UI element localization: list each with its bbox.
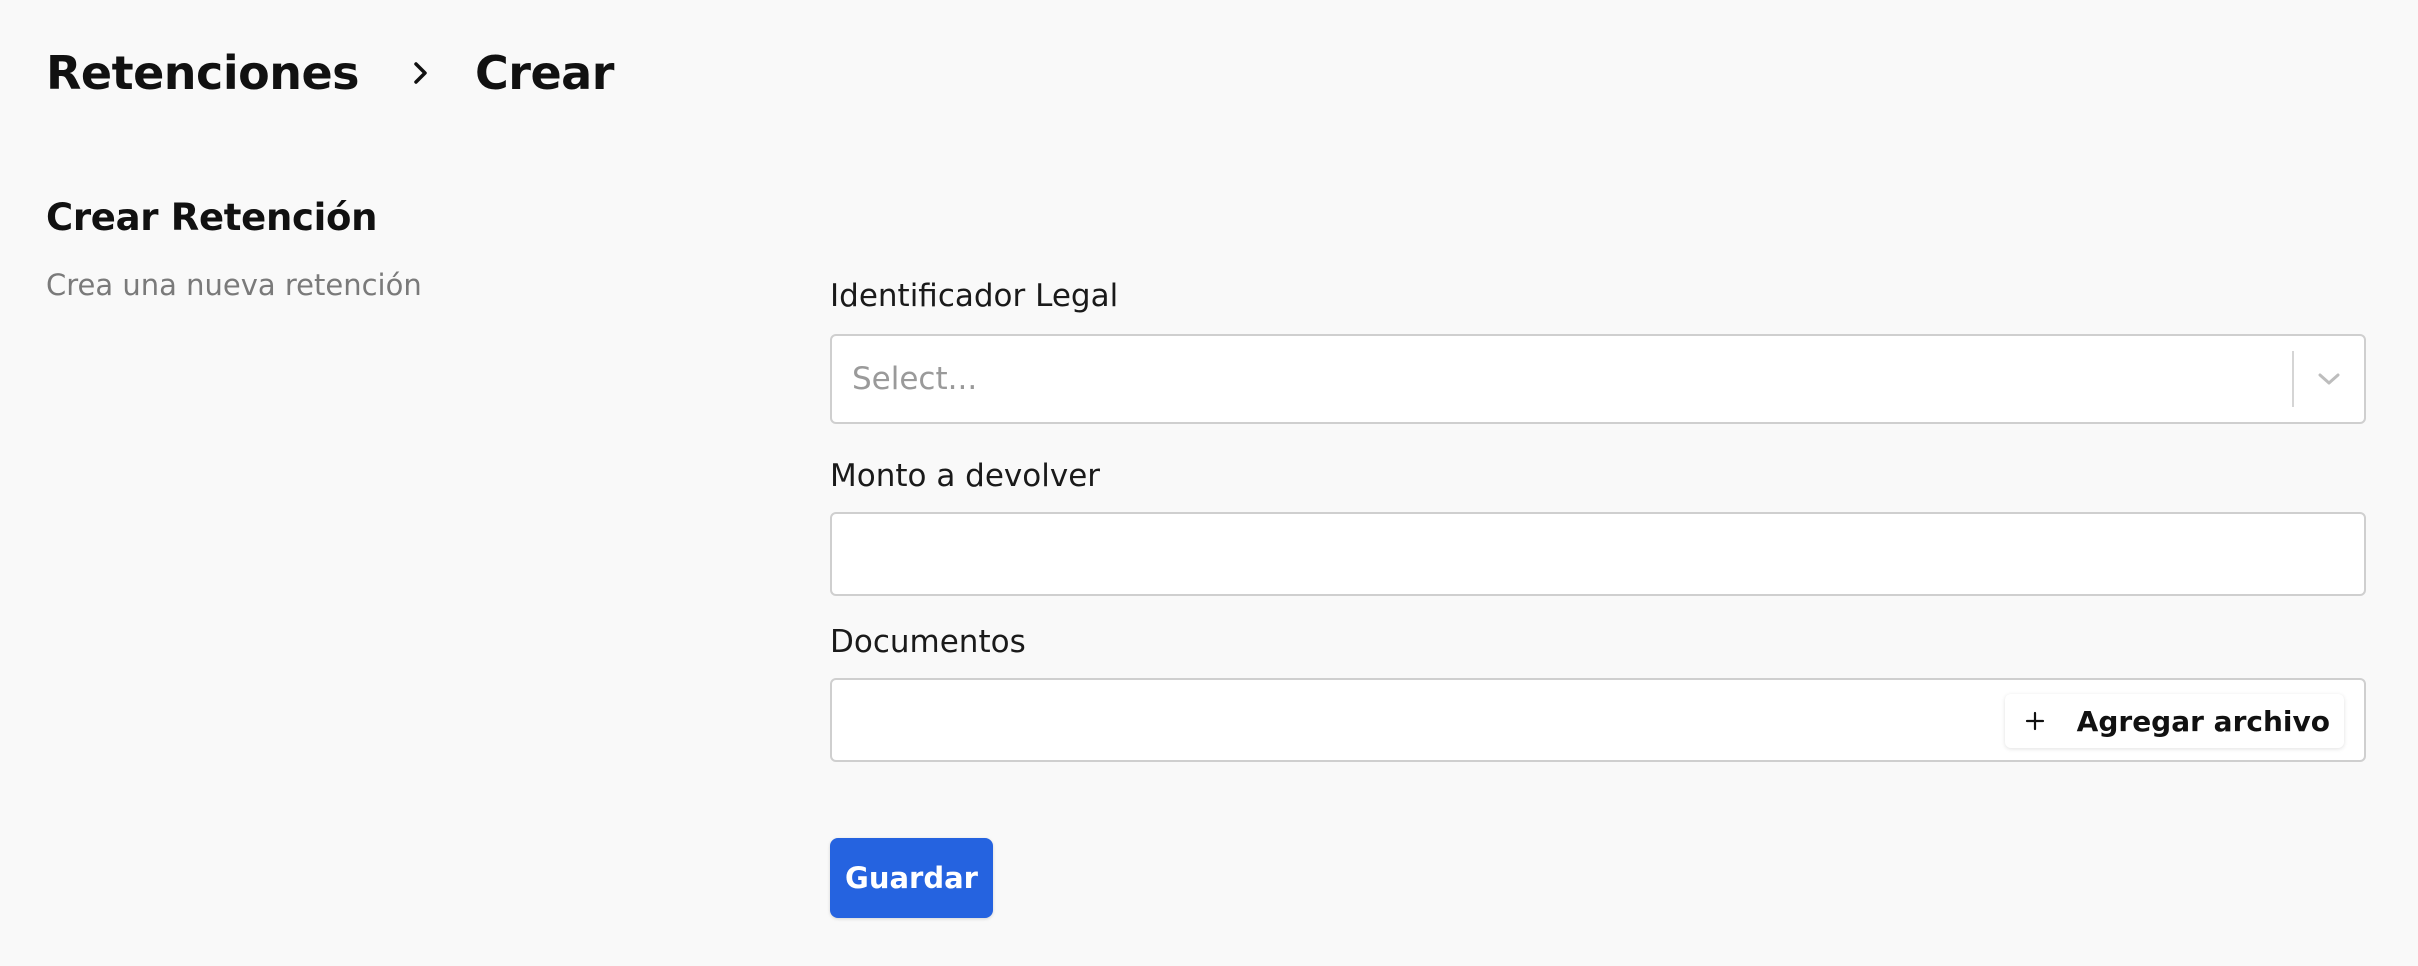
documents-label: Documentos: [830, 624, 1026, 660]
retention-form: Identificador Legal Select... Monto a de…: [830, 270, 2366, 762]
breadcrumb-parent[interactable]: Retenciones: [46, 46, 360, 100]
add-file-button[interactable]: Agregar archivo: [2004, 694, 2344, 748]
legal-id-placeholder: Select...: [852, 361, 978, 397]
save-button[interactable]: Guardar: [830, 838, 993, 918]
section-subtitle: Crea una nueva retención: [46, 268, 422, 302]
amount-input[interactable]: [830, 512, 2366, 596]
legal-id-label: Identificador Legal: [830, 278, 1119, 314]
plus-icon: [2023, 709, 2047, 733]
breadcrumb: Retenciones Crear: [46, 38, 614, 108]
documents-field[interactable]: Agregar archivo: [830, 678, 2366, 762]
section-title: Crear Retención: [46, 196, 378, 239]
legal-id-select[interactable]: Select...: [830, 334, 2366, 424]
breadcrumb-current: Crear: [475, 46, 614, 100]
chevron-down-icon[interactable]: [2294, 335, 2364, 423]
add-file-label: Agregar archivo: [2076, 704, 2330, 738]
chevron-right-icon: [407, 59, 435, 87]
amount-label: Monto a devolver: [830, 458, 1101, 494]
